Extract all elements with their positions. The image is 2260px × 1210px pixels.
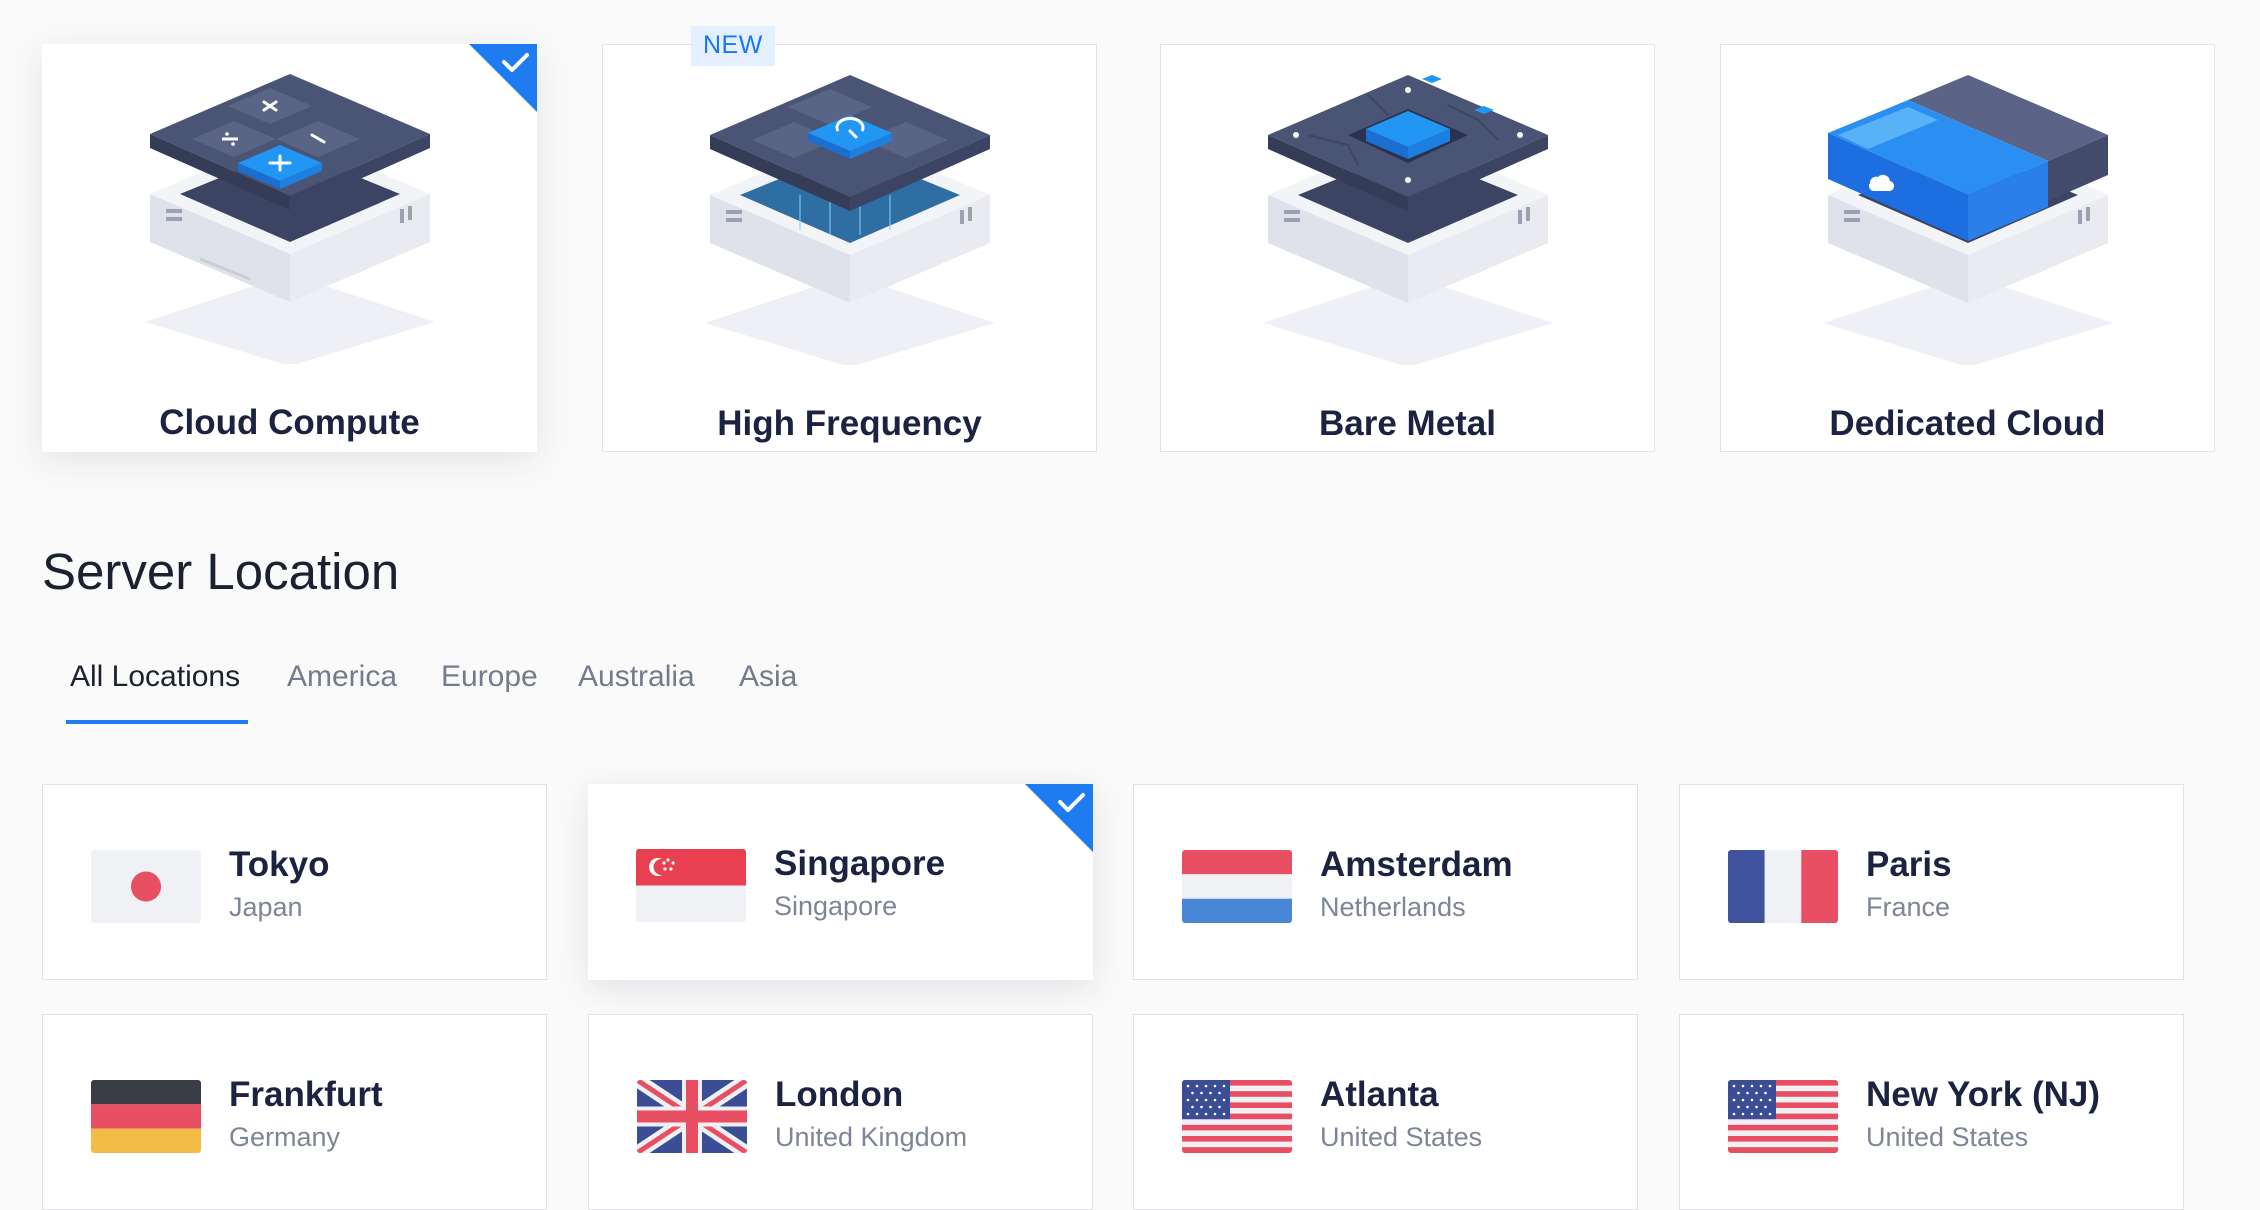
france-flag-icon [1728,850,1838,923]
netherlands-flag-icon [1182,850,1292,923]
location-card-london[interactable]: London United Kingdom [588,1014,1093,1210]
singapore-flag-icon [636,849,746,922]
product-name: Cloud Compute [159,403,420,442]
cloud-compute-illustration [144,74,435,364]
tab-australia[interactable]: Australia [578,660,695,694]
location-city: Amsterdam [1320,845,1513,884]
location-country: Germany [229,1122,341,1152]
tab-america[interactable]: America [287,660,397,694]
us-flag-icon [1182,1080,1292,1153]
location-city: New York (NJ) [1866,1075,2101,1114]
selected-check-icon [1025,784,1093,852]
location-country: France [1866,892,1951,922]
germany-flag-icon [91,1080,201,1153]
us-flag-icon [1728,1080,1838,1153]
bare-metal-illustration [1262,75,1553,365]
active-tab-indicator [66,720,248,724]
dedicated-cloud-illustration [1822,75,2113,365]
japan-flag-icon [91,850,201,923]
tab-asia[interactable]: Asia [739,660,797,694]
product-name: Dedicated Cloud [1829,404,2106,443]
section-title-server-location: Server Location [42,543,400,600]
location-card-atlanta[interactable]: Atlanta United States [1133,1014,1638,1210]
location-country: Singapore [774,891,898,921]
location-card-paris[interactable]: Paris France [1679,784,2184,980]
location-country: Netherlands [1320,892,1466,922]
product-card-high-frequency[interactable]: NEW High Frequency [602,26,1097,452]
location-country: Japan [229,892,303,922]
tab-all-locations[interactable]: All Locations [70,660,240,694]
location-card-amsterdam[interactable]: Amsterdam Netherlands [1133,784,1638,980]
location-card-frankfurt[interactable]: Frankfurt Germany [42,1014,547,1210]
selected-check-icon [469,44,537,112]
location-country: United Kingdom [775,1122,968,1152]
location-country: United States [1866,1122,2029,1152]
product-name: High Frequency [717,404,982,443]
high-frequency-illustration [704,75,995,365]
location-card-new-york-nj[interactable]: New York (NJ) United States [1679,1014,2184,1210]
location-country: United States [1320,1122,1483,1152]
product-card-dedicated-cloud[interactable]: Dedicated Cloud [1720,44,2215,452]
product-card-bare-metal[interactable]: Bare Metal [1160,44,1655,452]
location-card-tokyo[interactable]: Tokyo Japan [42,784,547,980]
location-city: Tokyo [229,845,330,884]
location-city: Singapore [774,844,946,883]
product-name: Bare Metal [1318,404,1497,443]
location-city: Frankfurt [229,1075,383,1114]
location-card-singapore[interactable]: Singapore Singapore [588,784,1093,980]
product-card-cloud-compute[interactable]: Cloud Compute [42,44,537,452]
location-city: London [775,1075,904,1114]
location-city: Atlanta [1320,1075,1439,1114]
tab-europe[interactable]: Europe [441,660,538,694]
uk-flag-icon [637,1080,747,1153]
location-city: Paris [1866,845,1952,884]
